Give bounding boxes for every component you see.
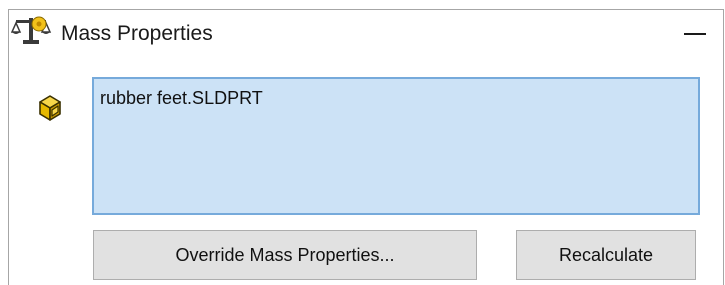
override-mass-properties-button[interactable]: Override Mass Properties... xyxy=(93,230,477,280)
part-icon xyxy=(39,95,61,121)
list-item[interactable]: rubber feet.SLDPRT xyxy=(100,88,263,109)
selection-list[interactable]: rubber feet.SLDPRT xyxy=(92,77,700,215)
panel-title: Mass Properties xyxy=(61,22,213,45)
collapse-icon xyxy=(684,33,706,35)
balance-scale-icon xyxy=(11,16,52,44)
recalculate-button[interactable]: Recalculate xyxy=(516,230,696,280)
collapse-button[interactable] xyxy=(680,17,710,47)
